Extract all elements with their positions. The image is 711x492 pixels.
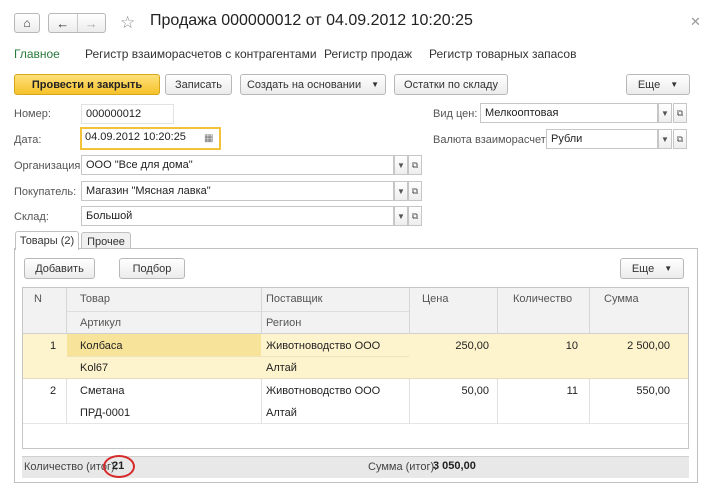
triangle-down-icon: ▼ <box>670 80 679 89</box>
currency-label: Валюта взаиморасчетов: <box>433 134 561 146</box>
row1-article[interactable]: Kol67 <box>80 362 108 374</box>
open-icon: ⧉ <box>411 210 419 221</box>
currency-dropdown-button[interactable]: ▼ <box>658 129 672 149</box>
open-icon: ⧉ <box>411 159 419 170</box>
buyer-field[interactable]: Магазин "Мясная лавка" <box>81 181 394 201</box>
nav-register-stock[interactable]: Регистр товарных запасов <box>429 47 576 61</box>
header-qty[interactable]: Количество <box>513 293 572 305</box>
row1-price[interactable]: 250,00 <box>410 340 489 352</box>
triangle-down-icon: ▼ <box>371 80 380 89</box>
organization-dropdown-button[interactable]: ▼ <box>394 155 408 175</box>
row2-article[interactable]: ПРД-0001 <box>80 407 130 419</box>
nav-register-settlements[interactable]: Регистр взаиморасчетов с контрагентами <box>85 47 317 61</box>
home-icon: ⌂ <box>23 16 31 30</box>
open-icon: ⧉ <box>676 133 684 144</box>
header-article[interactable]: Артикул <box>80 317 121 329</box>
row1-n: 1 <box>50 340 57 352</box>
post-and-close-button[interactable]: Провести и закрыть <box>14 74 160 95</box>
row1-supplier[interactable]: Животноводство ООО <box>266 340 380 352</box>
buyer-open-button[interactable]: ⧉ <box>408 181 422 201</box>
favorite-star-icon[interactable]: ☆ <box>120 13 135 33</box>
navigation-buttons: ← → <box>48 13 106 33</box>
row1-region[interactable]: Алтай <box>266 362 297 374</box>
header-product[interactable]: Товар <box>80 293 110 305</box>
triangle-down-icon: ▼ <box>397 211 405 221</box>
calendar-icon[interactable]: ▦ <box>204 133 213 144</box>
buyer-dropdown-button[interactable]: ▼ <box>394 181 408 201</box>
triangle-down-icon: ▼ <box>661 108 669 118</box>
triangle-down-icon: ▼ <box>661 134 669 144</box>
triangle-down-icon: ▼ <box>397 186 405 196</box>
header-n[interactable]: N <box>34 293 42 305</box>
currency-open-button[interactable]: ⧉ <box>673 129 687 149</box>
close-icon[interactable]: ✕ <box>690 14 701 30</box>
row2-price[interactable]: 50,00 <box>410 385 489 397</box>
row1-sum[interactable]: 2 500,00 <box>590 340 670 352</box>
sum-total-value: 3 050,00 <box>433 460 476 472</box>
arrow-right-icon: → <box>84 15 98 31</box>
open-icon: ⧉ <box>411 185 419 196</box>
triangle-down-icon: ▼ <box>397 160 405 170</box>
buyer-label: Покупатель: <box>14 186 77 198</box>
tab-products[interactable]: Товары (2) <box>15 231 79 250</box>
nav-main[interactable]: Главное <box>14 47 60 61</box>
pick-button[interactable]: Подбор <box>119 258 185 279</box>
date-label: Дата: <box>14 134 42 146</box>
table-more-button[interactable]: Еще ▼ <box>620 258 684 279</box>
triangle-down-icon: ▼ <box>664 264 673 273</box>
number-label: Номер: <box>14 108 51 120</box>
row1-product[interactable]: Колбаса <box>80 340 123 352</box>
header-region[interactable]: Регион <box>266 317 301 329</box>
back-button[interactable]: ← <box>49 14 77 32</box>
warehouse-open-button[interactable]: ⧉ <box>408 206 422 226</box>
date-field[interactable]: 04.09.2012 10:20:25 <box>80 127 221 150</box>
currency-field[interactable]: Рубли <box>546 129 658 149</box>
price-type-dropdown-button[interactable]: ▼ <box>658 103 672 123</box>
nav-register-sales[interactable]: Регистр продаж <box>324 47 412 61</box>
stock-balance-button[interactable]: Остатки по складу <box>394 74 508 95</box>
price-type-label: Вид цен: <box>433 108 478 120</box>
price-type-open-button[interactable]: ⧉ <box>673 103 687 123</box>
organization-open-button[interactable]: ⧉ <box>408 155 422 175</box>
row2-sum[interactable]: 550,00 <box>590 385 670 397</box>
header-price[interactable]: Цена <box>422 293 448 305</box>
table-more-label: Еще <box>631 262 655 275</box>
number-field[interactable]: 000000012 <box>81 104 174 124</box>
date-value: 04.09.2012 10:20:25 <box>85 131 186 143</box>
warehouse-label: Склад: <box>14 211 49 223</box>
row2-region[interactable]: Алтай <box>266 407 297 419</box>
price-type-field[interactable]: Мелкооптовая <box>480 103 658 123</box>
sum-total-label: Сумма (итог): <box>368 461 438 473</box>
more-button[interactable]: Еще ▼ <box>626 74 690 95</box>
create-based-on-button[interactable]: Создать на основании ▼ <box>240 74 386 95</box>
row2-qty[interactable]: 11 <box>498 385 578 397</box>
row1-qty[interactable]: 10 <box>498 340 578 352</box>
row2-n: 2 <box>50 385 57 397</box>
highlight-circle <box>103 455 135 478</box>
header-supplier[interactable]: Поставщик <box>266 293 322 305</box>
add-row-button[interactable]: Добавить <box>24 258 95 279</box>
arrow-left-icon: ← <box>56 15 70 31</box>
organization-label: Организация: <box>14 160 84 172</box>
forward-button[interactable]: → <box>76 14 106 32</box>
header-sum[interactable]: Сумма <box>604 293 639 305</box>
row2-supplier[interactable]: Животноводство ООО <box>266 385 380 397</box>
window-title: Продажа 000000012 от 04.09.2012 10:20:25 <box>150 12 473 29</box>
create-based-on-label: Создать на основании <box>246 78 362 91</box>
home-button[interactable]: ⌂ <box>14 13 40 33</box>
open-icon: ⧉ <box>676 107 684 118</box>
save-button[interactable]: Записать <box>165 74 232 95</box>
row2-product[interactable]: Сметана <box>80 385 124 397</box>
warehouse-field[interactable]: Большой <box>81 206 394 226</box>
organization-field[interactable]: ООО "Все для дома" <box>81 155 394 175</box>
more-label: Еще <box>637 78 661 91</box>
warehouse-dropdown-button[interactable]: ▼ <box>394 206 408 226</box>
